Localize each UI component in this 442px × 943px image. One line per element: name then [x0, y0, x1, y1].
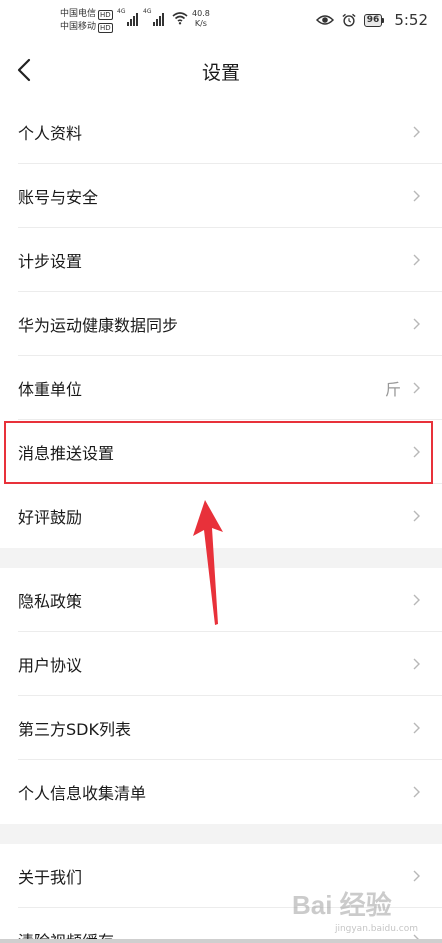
settings-item-step-settings[interactable]: 计步设置	[0, 228, 442, 292]
wifi-icon	[172, 12, 188, 25]
settings-item-push-notifications[interactable]: 消息推送设置	[0, 420, 442, 484]
settings-item-label: 体重单位	[18, 380, 83, 399]
carrier-1-name: 中国电信	[60, 9, 97, 19]
carrier-info: 中国电信 HD 中国移动 HD	[60, 8, 113, 34]
battery-icon: 96	[363, 13, 385, 27]
settings-item-label: 用户协议	[18, 656, 83, 675]
settings-item-weight-unit[interactable]: 体重单位 斤	[0, 356, 442, 420]
settings-item-label: 隐私政策	[18, 592, 83, 611]
alarm-icon	[342, 13, 356, 27]
network-type-label: 4G	[117, 8, 126, 15]
section-divider	[0, 824, 442, 844]
weight-unit-value: 斤	[384, 380, 401, 399]
signal-icon: 4G	[143, 8, 164, 26]
chevron-right-icon	[413, 510, 420, 522]
chevron-right-icon	[413, 786, 420, 798]
chevron-right-icon	[413, 382, 420, 394]
settings-item-profile[interactable]: 个人资料	[0, 100, 442, 164]
settings-item-user-agreement[interactable]: 用户协议	[0, 632, 442, 696]
chevron-right-icon	[413, 446, 420, 458]
settings-item-account-security[interactable]: 账号与安全	[0, 164, 442, 228]
watermark-url: jingyan.baidu.com	[334, 924, 418, 934]
chevron-right-icon	[413, 318, 420, 330]
settings-item-label: 消息推送设置	[18, 444, 115, 463]
speed-value: 40.8	[192, 9, 210, 18]
chevron-right-icon	[413, 658, 420, 670]
settings-item-third-party-sdk[interactable]: 第三方SDK列表	[0, 696, 442, 760]
settings-item-label: 个人信息收集清单	[18, 784, 147, 803]
settings-item-personal-info-list[interactable]: 个人信息收集清单	[0, 760, 442, 824]
chevron-right-icon	[413, 190, 420, 202]
settings-item-label: 账号与安全	[18, 188, 99, 207]
network-speed: 40.8 K/s	[192, 9, 210, 29]
status-time: 5:52	[394, 11, 428, 29]
annotation-arrow-icon	[193, 500, 223, 625]
chevron-right-icon	[413, 722, 420, 734]
settings-item-label: 第三方SDK列表	[18, 720, 131, 739]
hd-badge: HD	[98, 22, 113, 33]
settings-item-label: 关于我们	[18, 868, 83, 887]
signal-icon: 4G	[117, 8, 138, 26]
speed-unit: K/s	[194, 19, 207, 28]
chevron-right-icon	[413, 594, 420, 606]
svg-text:Bai 经验: Bai 经验	[292, 890, 392, 920]
page-title: 设置	[201, 62, 240, 84]
eye-icon	[315, 15, 334, 25]
settings-item-label: 好评鼓励	[18, 508, 83, 527]
chevron-right-icon	[413, 254, 420, 266]
settings-item-label: 华为运动健康数据同步	[18, 316, 179, 335]
settings-item-label: 计步设置	[18, 252, 83, 271]
nav-bar: 设置	[0, 42, 442, 100]
carrier-2-name: 中国移动	[60, 22, 97, 32]
battery-level: 96	[363, 13, 383, 27]
hd-badge: HD	[98, 9, 113, 20]
status-bar: 中国电信 HD 中国移动 HD 4G 4G 40.8 K/s 96 5:52	[0, 0, 442, 42]
chevron-right-icon	[413, 126, 420, 138]
settings-item-huawei-health-sync[interactable]: 华为运动健康数据同步	[0, 292, 442, 356]
settings-item-label: 个人资料	[18, 124, 83, 143]
network-type-label: 4G	[143, 8, 152, 15]
bottom-edge	[0, 939, 442, 943]
